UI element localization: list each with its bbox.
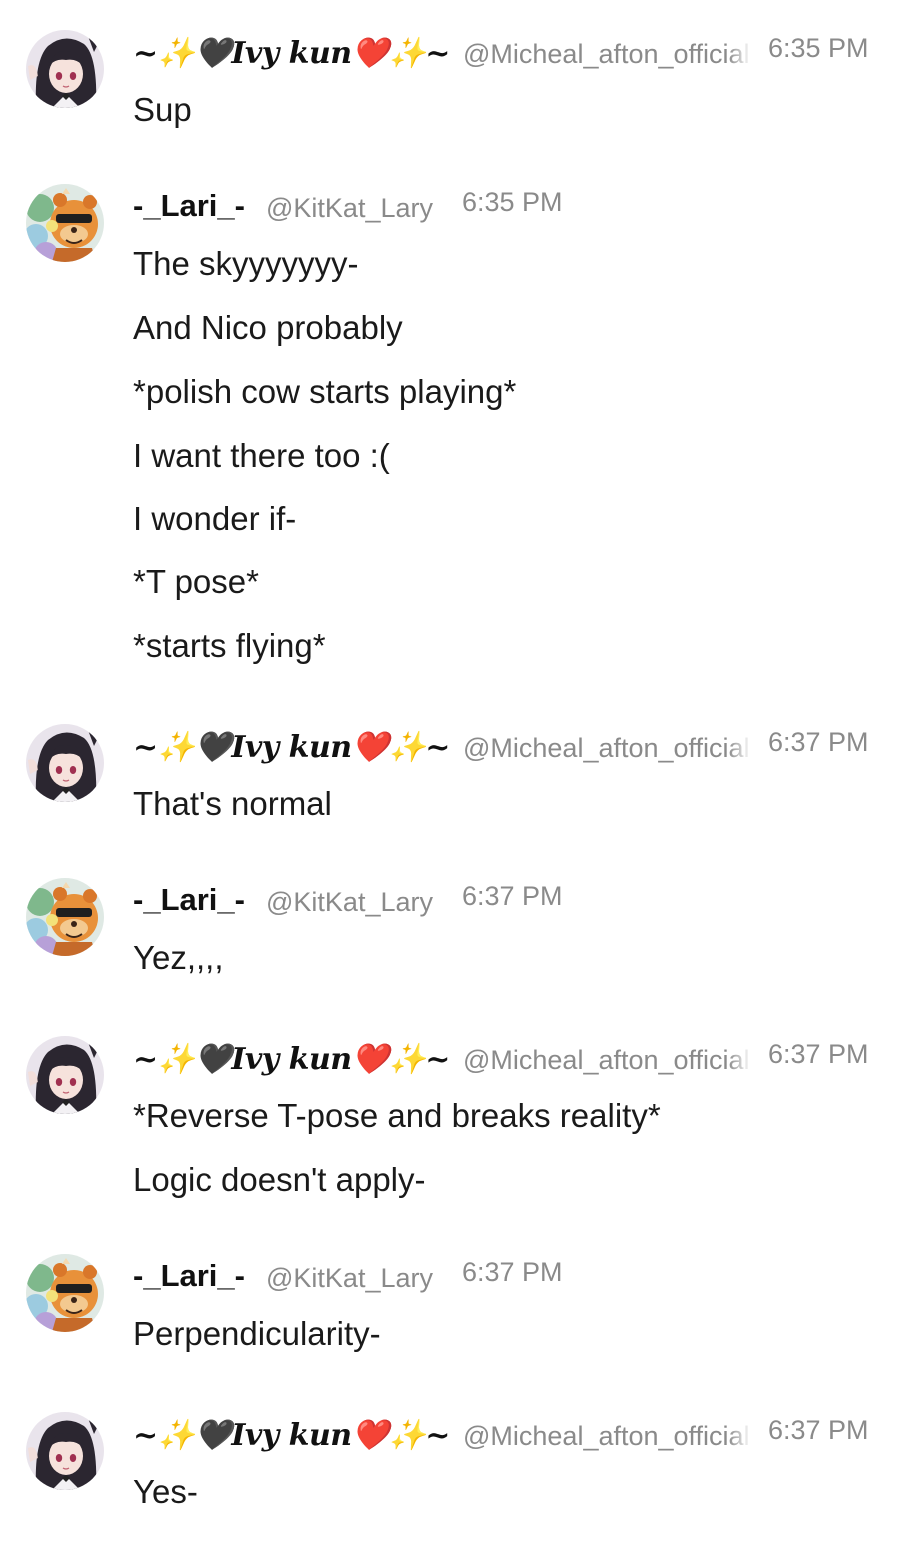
message-header: ~✨🖤Ivy kun❤️✨~ @Micheal_afton_official 6…	[133, 724, 883, 768]
author-name[interactable]: -_Lari_-	[133, 878, 245, 922]
message-text: The skyyyyyyy-	[133, 245, 359, 282]
anime-girl-avatar-icon[interactable]	[26, 30, 104, 108]
anime-girl-avatar-icon[interactable]	[26, 1036, 104, 1114]
message-text: Sup	[133, 91, 192, 128]
message-header: -_Lari_- @KitKat_Lary 6:37 PM	[133, 1254, 883, 1298]
animatronic-bear-avatar-icon[interactable]	[26, 184, 104, 262]
message-text: Yes-	[133, 1473, 198, 1510]
message-text: And Nico probably	[133, 309, 403, 346]
message-text: Logic doesn't apply-	[133, 1161, 426, 1198]
message-timestamp: 6:37 PM	[462, 881, 563, 911]
author-handle[interactable]: @KitKat_Lary	[266, 186, 433, 230]
animatronic-bear-avatar-icon[interactable]	[26, 878, 104, 956]
message-text: That's normal	[133, 785, 332, 822]
author-handle[interactable]: @Micheal_afton_official	[463, 1414, 751, 1458]
message-header: ~✨🖤Ivy kun❤️✨~ @Micheal_afton_official 6…	[133, 1412, 883, 1456]
message-timestamp: 6:35 PM	[768, 33, 869, 63]
author-handle[interactable]: @KitKat_Lary	[266, 1256, 433, 1300]
author-name[interactable]: ~✨🖤Ivy kun❤️✨~	[133, 726, 450, 770]
author-name[interactable]: ~✨🖤Ivy kun❤️✨~	[133, 1414, 450, 1458]
message-timestamp: 6:35 PM	[462, 187, 563, 217]
message-header: ~✨🖤Ivy kun❤️✨~ @Micheal_afton_official 6…	[133, 1036, 883, 1080]
author-handle[interactable]: @Micheal_afton_official	[463, 726, 751, 770]
author-name[interactable]: ~✨🖤Ivy kun❤️✨~	[133, 32, 450, 76]
author-name[interactable]: -_Lari_-	[133, 1254, 245, 1298]
message-text: *Reverse T-pose and breaks reality*	[133, 1097, 661, 1134]
message-text: *T pose*	[133, 563, 259, 600]
message-header: -_Lari_- @KitKat_Lary 6:37 PM	[133, 878, 883, 922]
message-timestamp: 6:37 PM	[768, 1415, 869, 1445]
message-text: I want there too :(	[133, 437, 390, 474]
message-timestamp: 6:37 PM	[768, 1039, 869, 1069]
author-handle[interactable]: @Micheal_afton_official	[463, 32, 751, 76]
author-handle[interactable]: @Micheal_afton_official	[463, 1038, 751, 1082]
anime-girl-avatar-icon[interactable]	[26, 724, 104, 802]
message-header: -_Lari_- @KitKat_Lary 6:35 PM	[133, 184, 883, 228]
author-name[interactable]: -_Lari_-	[133, 184, 245, 228]
message-text: *polish cow starts playing*	[133, 373, 517, 410]
author-handle[interactable]: @KitKat_Lary	[266, 880, 433, 924]
message-timestamp: 6:37 PM	[462, 1257, 563, 1287]
message-header: ~✨🖤Ivy kun❤️✨~ @Micheal_afton_official 6…	[133, 30, 883, 74]
message-text: I wonder if-	[133, 500, 297, 537]
message-timestamp: 6:37 PM	[768, 727, 869, 757]
animatronic-bear-avatar-icon[interactable]	[26, 1254, 104, 1332]
message-text: Perpendicularity-	[133, 1315, 381, 1352]
anime-girl-avatar-icon[interactable]	[26, 1412, 104, 1490]
message-text: *starts flying*	[133, 627, 326, 664]
author-name[interactable]: ~✨🖤Ivy kun❤️✨~	[133, 1038, 450, 1082]
message-text: Yez,,,,	[133, 939, 224, 976]
